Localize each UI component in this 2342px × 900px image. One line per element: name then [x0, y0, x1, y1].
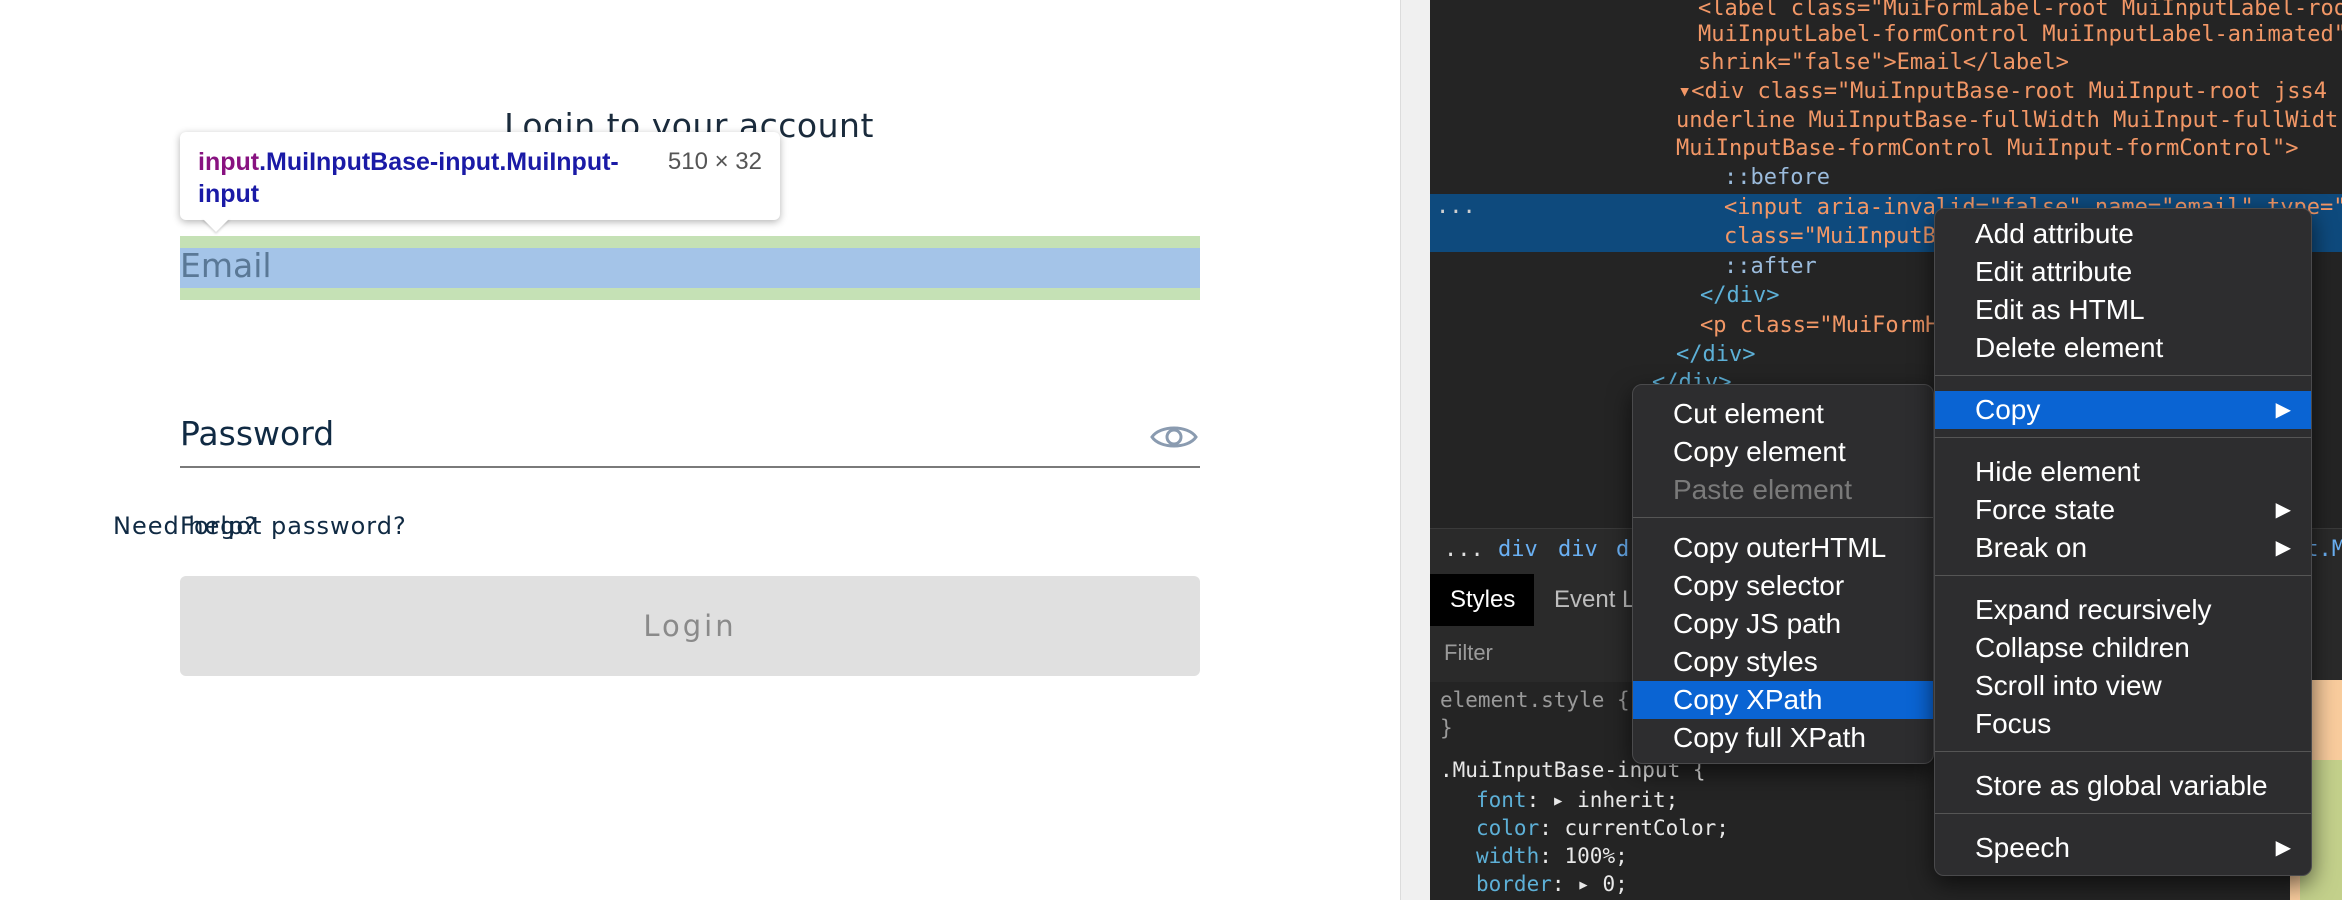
menu-item-store-as-global-variable[interactable]: Store as global variable	[1935, 767, 2311, 805]
menu-separator	[1935, 375, 2311, 376]
submenu-arrow-icon: ▶	[2275, 837, 2291, 859]
copy-submenu: Cut element Copy element Paste element C…	[1632, 384, 1934, 764]
submenu-arrow-icon: ▶	[2275, 499, 2291, 521]
css-declaration[interactable]: border: ▸ 0;	[1476, 870, 1628, 898]
tooltip-arrow	[202, 218, 230, 232]
menu-separator	[1935, 751, 2311, 752]
dom-line[interactable]: class="MuiInputB	[1724, 222, 1936, 251]
menu-item-scroll-into-view[interactable]: Scroll into view	[1935, 667, 2311, 705]
menu-item-expand-recursively[interactable]: Expand recursively	[1935, 591, 2311, 629]
breadcrumb-item[interactable]: d	[1616, 537, 1629, 562]
context-menu: Add attribute Edit attribute Edit as HTM…	[1934, 208, 2312, 876]
menu-item-hide-element[interactable]: Hide element	[1935, 453, 2311, 491]
menu-separator	[1633, 517, 1933, 518]
menu-item-edit-attribute[interactable]: Edit attribute	[1935, 253, 2311, 291]
menu-item-collapse-children[interactable]: Collapse children	[1935, 629, 2311, 667]
menu-separator	[1935, 437, 2311, 438]
menu-item-copy-full-xpath[interactable]: Copy full XPath	[1633, 719, 1933, 757]
login-button[interactable]: Login	[180, 576, 1200, 676]
breadcrumb-item[interactable]: div	[1558, 537, 1598, 562]
email-field[interactable]: Email	[180, 246, 272, 285]
dom-line[interactable]: underline MuiInputBase-fullWidth MuiInpu…	[1676, 106, 2338, 135]
css-declaration[interactable]: font: ▸ inherit;	[1476, 786, 1678, 814]
dom-line[interactable]: </div>	[1676, 340, 1755, 369]
menu-item-label: Force state	[1975, 494, 2116, 525]
menu-item-cut-element[interactable]: Cut element	[1633, 395, 1933, 433]
css-declaration[interactable]: width: 100%;	[1476, 842, 1628, 870]
password-field[interactable]: Password	[180, 414, 334, 453]
submenu-arrow-icon: ▶	[2275, 399, 2291, 421]
menu-item-speech[interactable]: Speech ▶	[1935, 829, 2311, 867]
tooltip-size: 510 × 32	[667, 148, 762, 175]
css-rule-line: element.style {	[1440, 688, 1630, 712]
css-declaration[interactable]: color: currentColor;	[1476, 814, 1729, 842]
menu-item-delete-element[interactable]: Delete element	[1935, 329, 2311, 367]
css-rule-line: }	[1440, 716, 1453, 740]
dom-line[interactable]: ::before	[1724, 163, 1830, 192]
dom-dots[interactable]: ...	[1436, 194, 1476, 219]
tooltip-selector: input.MuiInputBase-input.MuiInput-input	[198, 146, 638, 210]
dom-line[interactable]: MuiInputBase-formControl MuiInput-formCo…	[1676, 134, 2299, 163]
menu-item-copy-styles[interactable]: Copy styles	[1633, 643, 1933, 681]
tooltip-classes: .MuiInputBase-input.MuiInput-input	[198, 148, 619, 208]
pane-divider[interactable]	[1400, 0, 1431, 900]
breadcrumb-item[interactable]: ...	[1444, 537, 1484, 562]
menu-separator	[1935, 813, 2311, 814]
login-page: Login to your account Email input.MuiInp…	[0, 0, 1400, 900]
need-help-link[interactable]: Need help?	[113, 512, 258, 540]
filter-input[interactable]: Filter	[1444, 640, 1493, 666]
menu-item-copy-xpath[interactable]: Copy XPath	[1633, 681, 1933, 719]
menu-item-focus[interactable]: Focus	[1935, 705, 2311, 743]
breadcrumb-item[interactable]: div	[1498, 537, 1538, 562]
menu-item-break-on[interactable]: Break on ▶	[1935, 529, 2311, 567]
menu-item-add-attribute[interactable]: Add attribute	[1935, 215, 2311, 253]
menu-item-copy-outerhtml[interactable]: Copy outerHTML	[1633, 529, 1933, 567]
menu-item-label: Speech	[1975, 832, 2070, 863]
menu-item-copy-selector[interactable]: Copy selector	[1633, 567, 1933, 605]
menu-separator	[1935, 575, 2311, 576]
menu-item-copy-element[interactable]: Copy element	[1633, 433, 1933, 471]
dom-line[interactable]: ▾<div class="MuiInputBase-root MuiInput-…	[1678, 77, 2327, 106]
submenu-arrow-icon: ▶	[2275, 537, 2291, 559]
inspect-content-highlight	[180, 248, 1200, 288]
menu-item-paste-element: Paste element	[1673, 474, 1852, 505]
tab-styles[interactable]: Styles	[1450, 586, 1515, 614]
eye-icon[interactable]	[1150, 420, 1198, 454]
dom-line[interactable]: MuiInputLabel-formControl MuiInputLabel-…	[1698, 20, 2342, 49]
dom-line[interactable]: ::after	[1724, 252, 1817, 281]
password-underline	[180, 466, 1200, 468]
inspect-tooltip: input.MuiInputBase-input.MuiInput-input …	[180, 132, 780, 220]
menu-item-label: Break on	[1975, 532, 2088, 563]
menu-item-copy[interactable]: Copy ▶	[1935, 391, 2311, 429]
dom-line[interactable]: shrink="false">Email</label>	[1698, 48, 2069, 77]
dom-line[interactable]: </div>	[1700, 281, 1779, 310]
menu-item-label: Copy	[1975, 394, 2041, 425]
menu-item-force-state[interactable]: Force state ▶	[1935, 491, 2311, 529]
tooltip-tag: input	[198, 148, 260, 176]
dom-line[interactable]: <p class="MuiFormH	[1700, 311, 1938, 340]
tab-event-listeners[interactable]: Event L	[1554, 586, 1635, 614]
menu-item-copy-js-path[interactable]: Copy JS path	[1633, 605, 1933, 643]
menu-item-edit-as-html[interactable]: Edit as HTML	[1935, 291, 2311, 329]
